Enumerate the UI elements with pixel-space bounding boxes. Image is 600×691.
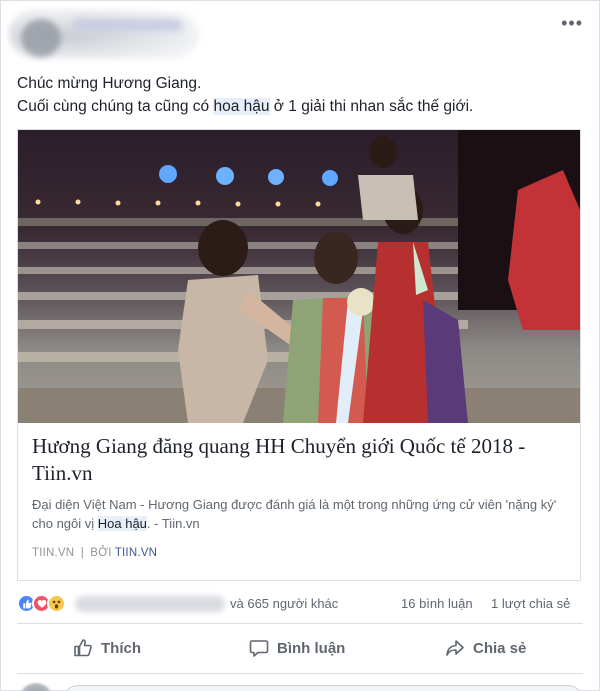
wow-reaction-icon[interactable] (47, 594, 66, 613)
comment-bubble-icon (249, 640, 269, 657)
reactor-names-blurred[interactable] (75, 596, 225, 612)
comment-input[interactable] (63, 685, 583, 691)
divider-bottom (17, 673, 583, 674)
link-description: Đại diện Việt Nam - Hương Giang được đán… (32, 495, 572, 533)
reactions-bar: và 665 người khác 16 bình luận 1 lượt ch… (17, 593, 583, 615)
link-source: TIIN.VN | BỞI TIIN.VN (32, 547, 157, 559)
like-button[interactable]: Thích (73, 631, 141, 665)
like-label: Thích (101, 639, 141, 657)
avatar[interactable] (21, 19, 61, 57)
link-desc-end: . - Tiin.vn (146, 516, 200, 531)
link-preview-card[interactable]: Hương Giang đăng quang HH Chuyển giới Qu… (17, 129, 581, 581)
pageant-stage-photo (18, 130, 580, 423)
reaction-icons[interactable] (17, 594, 77, 614)
source-by: BỞI (90, 547, 112, 559)
link-preview-image[interactable] (18, 130, 580, 423)
share-arrow-icon (446, 640, 464, 656)
comment-label: Bình luận (277, 639, 346, 657)
post-line-2: Cuối cùng chúng ta cũng có hoa hậu ở 1 g… (17, 95, 473, 118)
share-label: Chia sẻ (473, 639, 527, 657)
post-line-2-start: Cuối cùng chúng ta cũng có (17, 98, 214, 115)
source-publisher-link[interactable]: TIIN.VN (115, 547, 157, 559)
link-preview-body: Hương Giang đăng quang HH Chuyển giới Qu… (18, 423, 580, 581)
shares-count[interactable]: 1 lượt chia sẻ (491, 596, 570, 611)
author-name-blurred[interactable] (73, 19, 183, 31)
source-separator: | (80, 547, 84, 559)
thumbs-up-icon (74, 639, 92, 657)
more-options-icon[interactable]: ••• (561, 13, 583, 34)
reactions-others-count[interactable]: và 665 người khác (230, 596, 338, 611)
post-text: Chúc mừng Hương Giang. Cuối cùng chúng t… (17, 72, 473, 118)
post-card: ••• Chúc mừng Hương Giang. Cuối cùng chú… (0, 0, 600, 691)
source-domain: TIIN.VN (32, 547, 75, 559)
share-button[interactable]: Chia sẻ (445, 631, 526, 665)
link-title[interactable]: Hương Giang đăng quang HH Chuyển giới Qu… (32, 433, 572, 487)
post-line-1: Chúc mừng Hương Giang. (17, 75, 202, 92)
post-actions: Thích Bình luận Chia sẻ (17, 631, 583, 665)
hashtag-link-hoa-hau[interactable]: hoa hậu (213, 98, 270, 115)
viewer-avatar (19, 683, 53, 691)
post-line-2-end: ở 1 giải thi nhan sắc thế giới. (269, 98, 474, 115)
divider-top (17, 623, 583, 624)
comments-count[interactable]: 16 bình luận (401, 596, 473, 611)
comment-button[interactable]: Bình luận (249, 631, 345, 665)
hashtag-link-hoa-hau-desc[interactable]: Hoa hậu (97, 516, 147, 531)
